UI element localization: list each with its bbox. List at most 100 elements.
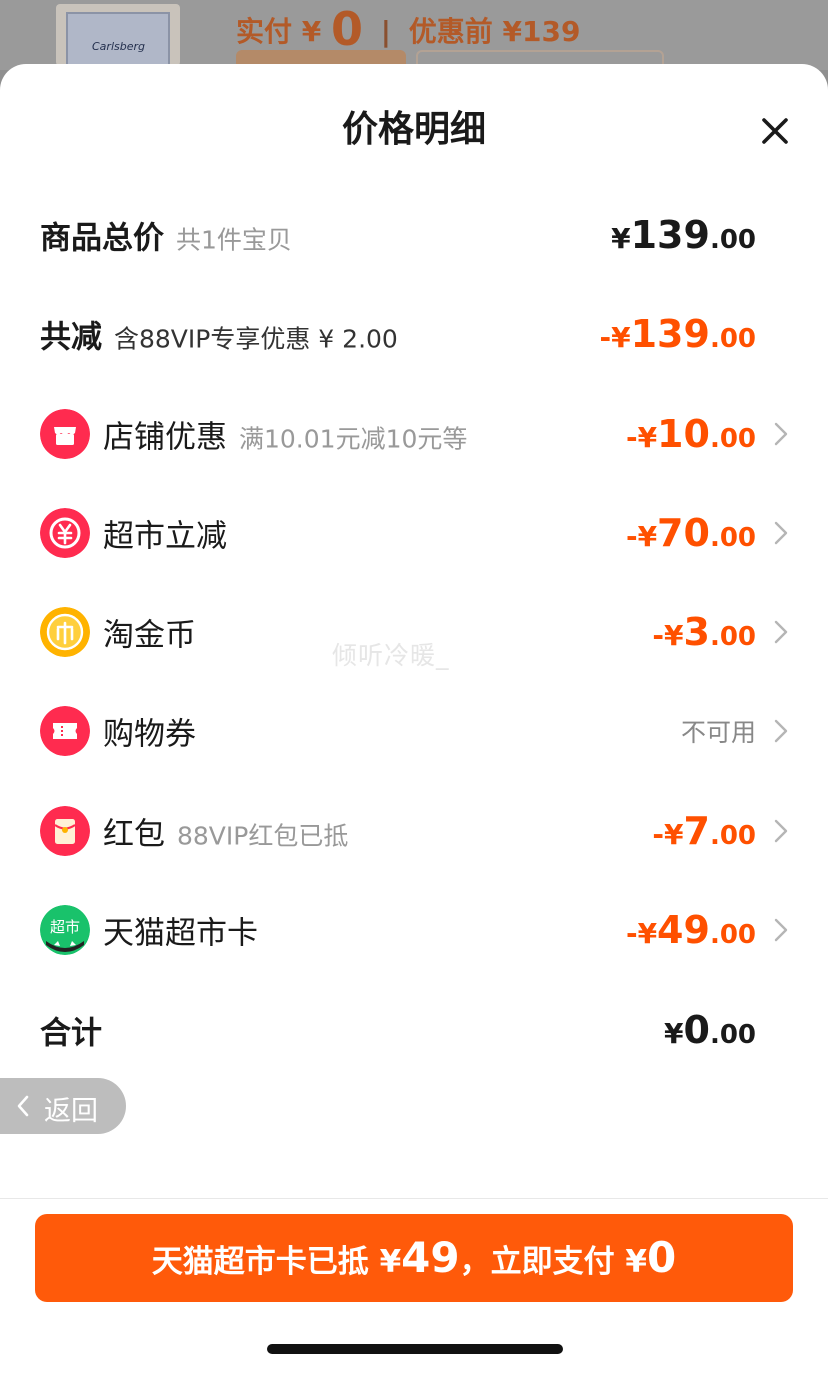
row-tmall-supermarket-card[interactable]: 超市 天猫超市卡 -¥49.00	[0, 895, 828, 965]
paid-summary: 实付 ¥ 0 | 优惠前 ¥139	[236, 2, 580, 56]
coin-icon	[40, 607, 90, 657]
row-sum-total: 合计 ¥0.00	[0, 995, 828, 1065]
tmall-supermarket-icon: 超市	[40, 905, 90, 955]
close-icon[interactable]	[756, 112, 794, 150]
row-subtext: 含88VIP专享优惠 ¥ 2.00	[114, 324, 398, 354]
amount-sign: -	[625, 520, 638, 553]
chevron-left-icon	[17, 1095, 29, 1117]
chevron-right-icon	[774, 620, 788, 644]
row-label: 购物券	[103, 709, 196, 754]
product-brand-logo: Carlsberg	[92, 40, 145, 53]
ticket-icon	[40, 706, 90, 756]
amount-currency: ¥	[611, 222, 631, 255]
amount-currency: ¥	[637, 520, 658, 553]
pay-now-button[interactable]: 天猫超市卡已抵 ¥49，立即支付 ¥0	[35, 1214, 793, 1302]
row-shopping-coupon[interactable]: 购物券 不可用	[0, 696, 828, 766]
paid-value: 0	[331, 2, 364, 56]
amount-decimal: .00	[709, 324, 756, 354]
product-thumbnail: Carlsberg	[56, 4, 180, 66]
amount-integer: 3	[683, 610, 710, 654]
paid-separator: |	[380, 15, 391, 48]
chevron-right-icon	[774, 819, 788, 843]
row-total-reduced: 共减 含88VIP专享优惠 ¥ 2.00 -¥139.00	[0, 299, 828, 369]
amount-sign: -	[625, 917, 638, 950]
row-supermarket-cut[interactable]: 超市立减 -¥70.00	[0, 498, 828, 568]
row-label: 共减 含88VIP专享优惠 ¥ 2.00	[40, 312, 398, 357]
row-title: 超市立减	[103, 518, 227, 555]
row-amount: ¥139.00	[611, 213, 756, 257]
price-detail-sheet: 价格明细 商品总价 共1件宝贝 ¥139.00 共减 含88VIP专享优惠 ¥ 2.…	[0, 64, 828, 1373]
amount-sign: -	[652, 818, 664, 851]
row-amount: -¥10.00	[626, 412, 756, 456]
back-button[interactable]: 返回	[0, 1078, 126, 1134]
row-label: 超市立减	[103, 511, 227, 556]
row-title: 淘金币	[103, 617, 196, 654]
amount-sign: -	[599, 321, 612, 354]
row-label: 淘金币	[103, 610, 196, 655]
background-page: Carlsberg 实付 ¥ 0 | 优惠前 ¥139	[0, 0, 828, 70]
row-label: 商品总价 共1件宝贝	[40, 213, 292, 258]
coupon-status: 不可用	[680, 718, 756, 747]
row-title: 商品总价	[40, 220, 164, 257]
row-title: 合计	[40, 1015, 102, 1052]
row-amount: -¥49.00	[626, 908, 756, 952]
row-red-packet[interactable]: 红包 88VIP红包已抵 -¥7.00	[0, 796, 828, 866]
pay-prefix: 天猫超市卡已抵	[151, 1244, 369, 1280]
user-watermark: 倾听冷暖_	[332, 641, 450, 670]
amount-integer: 10	[657, 412, 710, 456]
amount-integer: 70	[657, 511, 710, 555]
amount-currency: ¥	[664, 818, 684, 851]
amount-decimal: .00	[709, 523, 756, 553]
amount-currency: ¥	[664, 1017, 684, 1050]
amount-currency: ¥	[637, 421, 658, 454]
before-value: ¥139	[502, 15, 581, 48]
amount-integer: 139	[630, 213, 710, 257]
amount-decimal: .00	[709, 821, 756, 851]
row-subtext: 共1件宝贝	[176, 225, 292, 255]
row-amount: ¥0.00	[664, 1008, 756, 1052]
paid-currency: ¥	[301, 15, 322, 48]
amount-integer: 0	[683, 1008, 710, 1052]
row-store-discount[interactable]: 店铺优惠 满10.01元减10元等 -¥10.00	[0, 399, 828, 469]
amount-currency: ¥	[664, 619, 684, 652]
amount-decimal: .00	[709, 424, 756, 454]
amount-integer: 139	[630, 312, 710, 356]
row-amount: -¥3.00	[652, 610, 756, 654]
amount-decimal: .00	[709, 1020, 756, 1050]
row-label: 店铺优惠 满10.01元减10元等	[103, 412, 467, 457]
pay-currency-1: ¥	[379, 1244, 402, 1280]
row-amount: -¥70.00	[626, 511, 756, 555]
chevron-right-icon	[774, 719, 788, 743]
tmall-icon-text: 超市	[50, 918, 80, 936]
row-title: 店铺优惠	[103, 419, 227, 456]
paid-label: 实付	[236, 15, 293, 48]
pay-amount: 0	[646, 1233, 677, 1282]
amount-decimal: .00	[709, 920, 756, 950]
row-title: 共减	[40, 319, 102, 356]
amount-currency: ¥	[611, 321, 631, 354]
pay-deducted-amount: 49	[401, 1233, 460, 1282]
home-indicator	[267, 1344, 563, 1354]
amount-decimal: .00	[709, 225, 756, 255]
pay-middle-text: ，立即支付	[459, 1244, 615, 1280]
pay-currency-2: ¥	[625, 1244, 647, 1280]
amount-sign: -	[652, 619, 664, 652]
yuan-circle-icon	[40, 508, 90, 558]
product-box-image	[66, 12, 170, 66]
row-subtext: 88VIP红包已抵	[177, 821, 349, 851]
row-amount: -¥7.00	[652, 809, 756, 853]
amount-integer: 49	[657, 908, 710, 952]
amount-sign: -	[625, 421, 638, 454]
chevron-right-icon	[774, 422, 788, 446]
chevron-right-icon	[774, 918, 788, 942]
chevron-right-icon	[774, 521, 788, 545]
row-amount: -¥139.00	[600, 312, 757, 356]
row-label: 天猫超市卡	[103, 908, 258, 953]
back-button-label: 返回	[44, 1096, 98, 1127]
row-title: 天猫超市卡	[103, 915, 258, 952]
before-label: 优惠前	[408, 15, 493, 48]
amount-integer: 7	[683, 809, 710, 853]
row-label: 红包 88VIP红包已抵	[103, 809, 348, 854]
amount-currency: ¥	[637, 917, 658, 950]
amount-decimal: .00	[709, 622, 756, 652]
